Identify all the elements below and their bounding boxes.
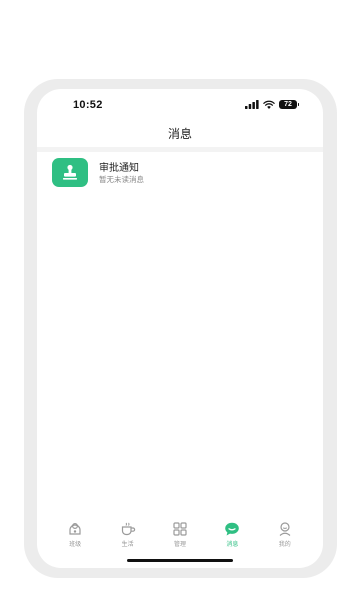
message-item-approval[interactable]: 审批通知 暂无未读消息	[37, 152, 323, 194]
status-time: 10:52	[73, 99, 103, 111]
class-icon	[69, 522, 81, 535]
status-icons: 72	[245, 100, 299, 109]
nav-header: 消息	[37, 121, 323, 147]
tab-label: 消息	[226, 542, 239, 548]
tab-messages[interactable]: 消息	[212, 521, 252, 551]
tab-class[interactable]: 班级	[55, 521, 95, 551]
signal-icon	[245, 100, 259, 109]
battery-icon: 72	[279, 100, 299, 109]
home-indicator	[127, 559, 233, 562]
page-title: 消息	[167, 127, 192, 141]
tab-label: 我的	[278, 542, 291, 548]
grid-icon	[173, 522, 187, 536]
message-subtitle: 暂无未读消息	[99, 175, 144, 184]
message-icon	[225, 522, 240, 536]
stamp-icon	[52, 158, 88, 187]
tab-manage[interactable]: 管理	[160, 521, 200, 551]
status-bar: 10:52 72	[37, 89, 323, 123]
tab-life[interactable]: 生活	[108, 521, 148, 551]
message-title: 审批通知	[99, 163, 139, 174]
tab-label: 班级	[69, 542, 82, 548]
tab-profile[interactable]: 我的	[265, 521, 305, 551]
phone-screen: 10:52 72 消息 审批通知 暂无未读消息 班级 生活 管理 消息 我的	[37, 89, 323, 568]
tab-label: 生活	[121, 542, 134, 548]
cup-icon	[121, 522, 135, 536]
tab-bar: 班级 生活 管理 消息 我的	[37, 521, 323, 551]
tab-label: 管理	[173, 542, 186, 548]
wifi-icon	[263, 100, 275, 109]
profile-icon	[279, 522, 291, 536]
